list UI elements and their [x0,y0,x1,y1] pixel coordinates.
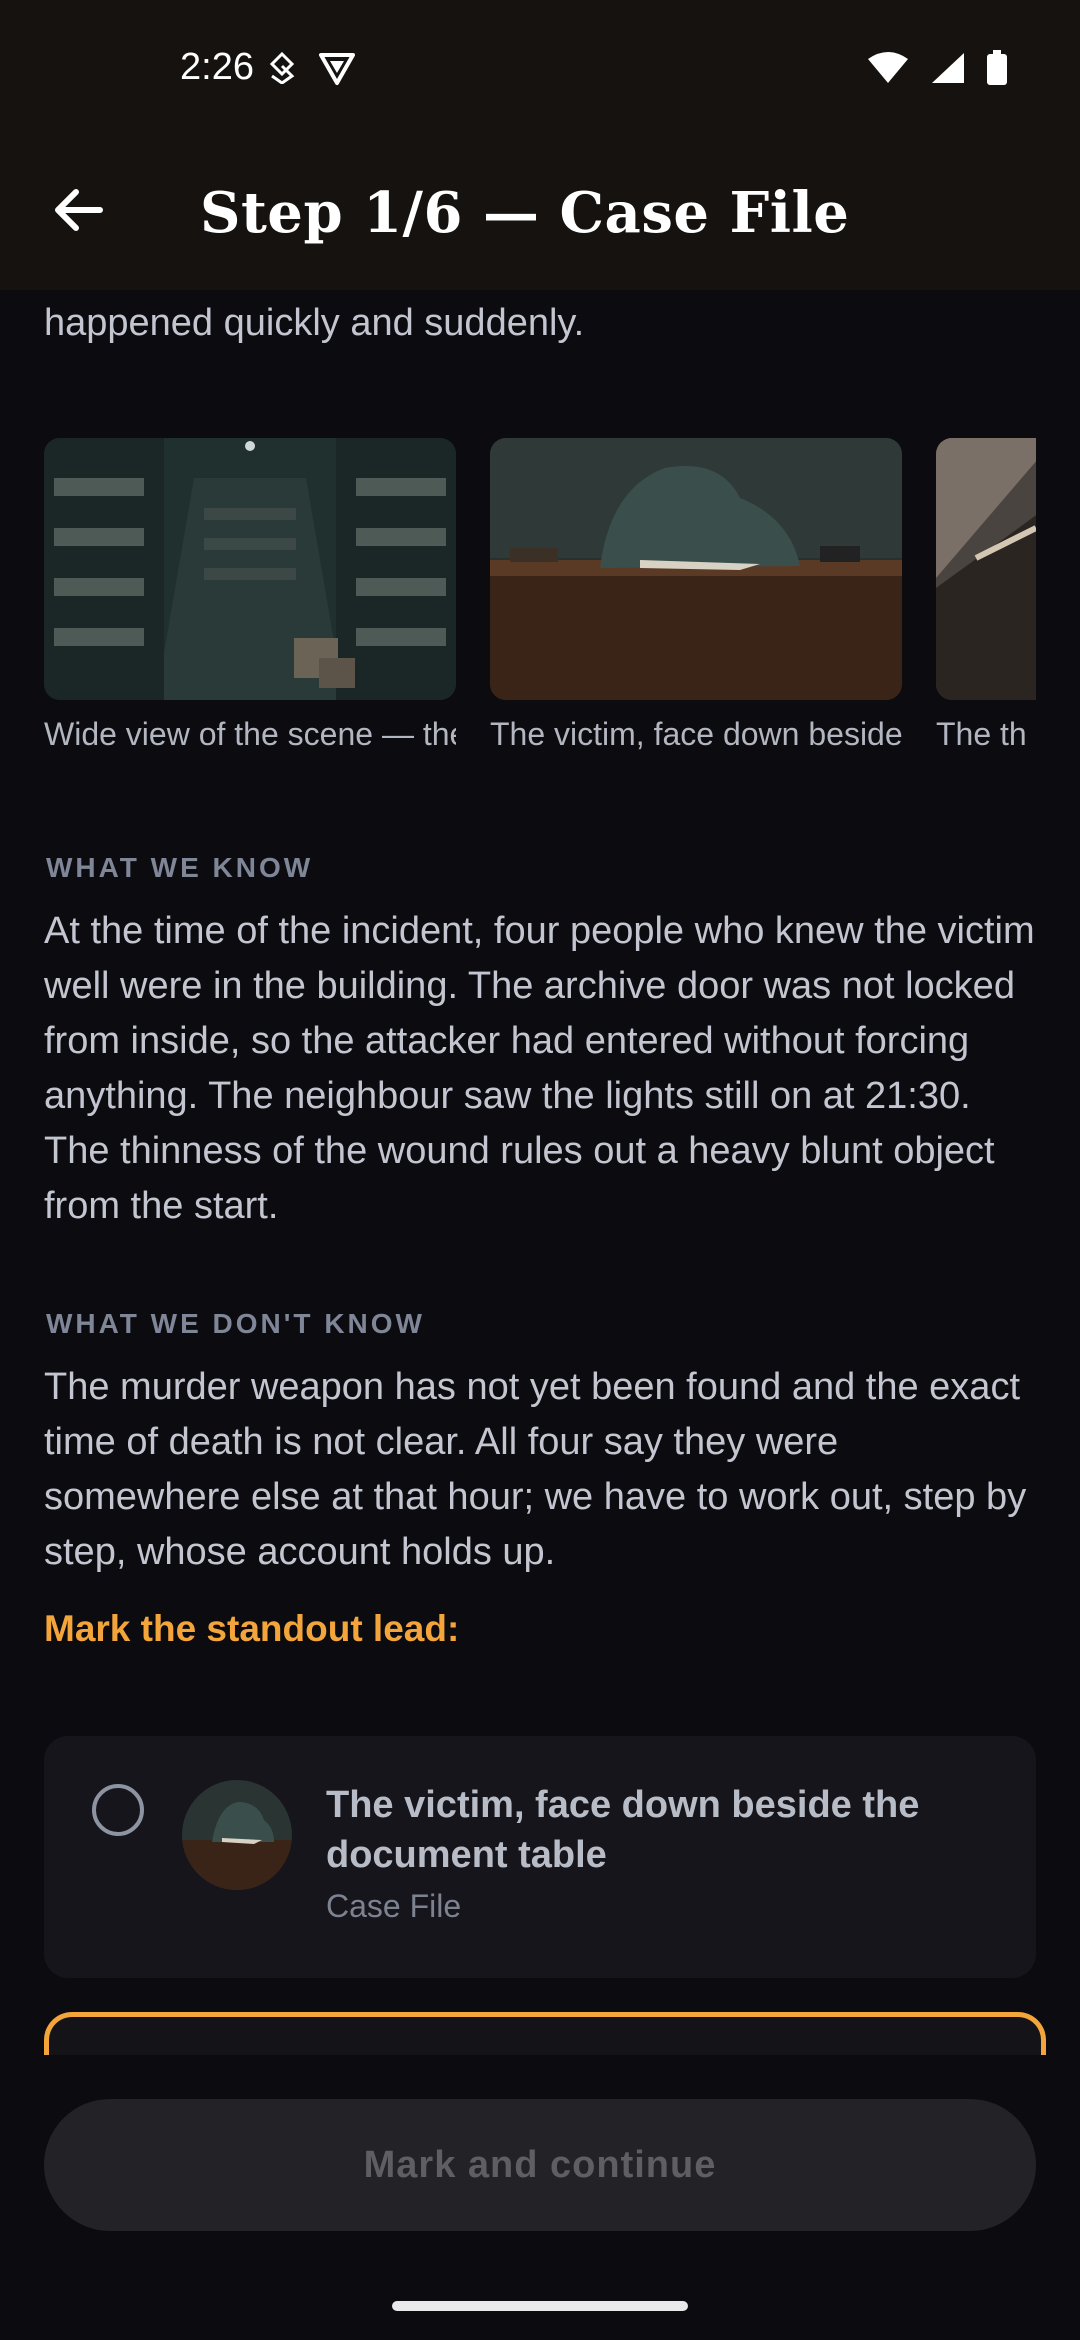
gallery-card[interactable]: The victim, face down beside the documen… [490,438,902,754]
signal-icon [930,51,966,90]
victim-at-desk-image [490,438,902,700]
section-text-know: At the time of the incident, four people… [44,910,1035,1227]
status-icons-left [268,51,356,91]
evidence-gallery[interactable]: Wide view of the scene — the archive doo… [44,438,1036,798]
archive-room-image [44,438,456,700]
section-label-know: WHAT WE KNOW [46,852,314,883]
gallery-card[interactable]: The th neck – [936,438,1036,754]
status-icons-right [866,50,1008,91]
intro-text: sign of a long struggle — everything see… [44,302,585,344]
status-time: 2:26 [180,46,254,88]
app-bar: Step 1/6 — Case File [0,140,1080,290]
lead-option[interactable]: The victim, face down beside the documen… [44,1736,1036,1978]
gallery-caption: Wide view of the scene — the archive doo… [44,716,456,752]
gallery-caption: The th neck – [936,716,1036,752]
bottom-action-bar: Mark and continue [0,2055,1080,2340]
vpn-shield-icon [318,52,356,91]
section-label-dont-know: WHAT WE DON'T KNOW [46,1308,425,1339]
back-button[interactable] [46,180,110,244]
wifi-icon [866,51,910,90]
gallery-card[interactable]: Wide view of the scene — the archive doo… [44,438,456,754]
data-saver-icon [268,51,296,91]
status-bar: 2:26 [0,0,1080,140]
option-thumbnail [182,1780,292,1890]
lead-prompt: Mark the standout lead: [44,1608,460,1649]
battery-icon [986,50,1008,91]
section-text-dont-know: The murder weapon has not yet been found… [44,1366,1027,1573]
radio-button[interactable] [92,1784,144,1836]
arrow-left-icon [52,188,104,237]
home-indicator[interactable] [392,2301,688,2311]
mark-and-continue-button[interactable]: Mark and continue [44,2099,1036,2231]
option-subtitle: Case File [326,1888,462,1924]
gallery-caption: The victim, face down beside the documen… [490,716,902,752]
option-title: The victim, face down beside the documen… [326,1784,920,1876]
case-file-content[interactable]: sign of a long struggle — everything see… [0,290,1080,2055]
closeup-image [936,438,1036,700]
page-title: Step 1/6 — Case File [200,180,850,246]
lead-option-highlighted[interactable] [44,2012,1046,2055]
